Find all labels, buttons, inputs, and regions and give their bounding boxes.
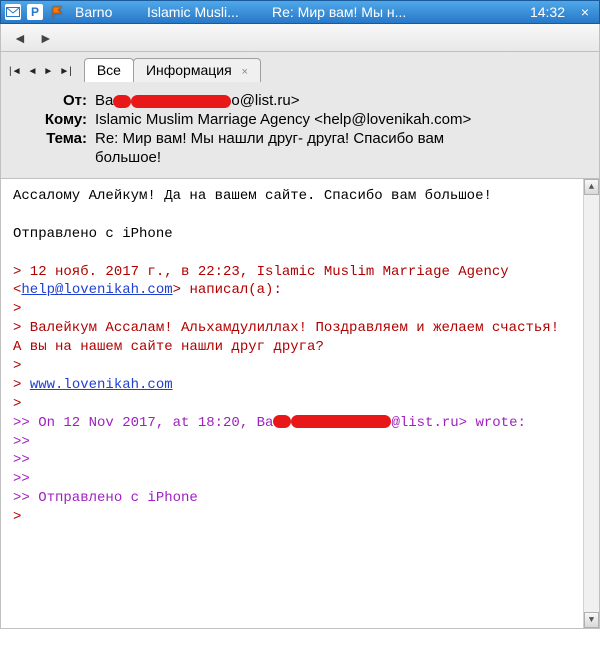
body-line [13, 244, 587, 263]
redaction-bar [131, 95, 231, 108]
scroll-up-button[interactable]: ▲ [584, 179, 599, 195]
quote-level-1: > [13, 508, 587, 527]
p-badge-icon: P [27, 4, 43, 20]
titlebar-time: 14:32 [530, 4, 569, 20]
window-titlebar: P Barno Islamic Musli... Re: Мир вам! Мы… [0, 0, 600, 24]
from-value: Bao@list.ru> [95, 92, 585, 109]
to-label: Кому: [15, 111, 95, 128]
web-link[interactable]: www.lovenikah.com [30, 377, 173, 393]
tab-info[interactable]: Информация × [133, 58, 261, 82]
from-label: От: [15, 92, 95, 109]
nav-forward-button[interactable]: ► [33, 28, 59, 48]
mail-icon [5, 4, 21, 20]
body-line: Отправлено с iPhone [13, 225, 587, 244]
redaction-bar [291, 415, 391, 428]
close-icon[interactable]: × [575, 4, 595, 20]
quote-level-1: > www.lovenikah.com [13, 376, 587, 395]
nav-back-button[interactable]: ◄ [7, 28, 33, 48]
quote-level-1: > [13, 300, 587, 319]
message-header: От: Bao@list.ru> Кому: Islamic Muslim Ma… [0, 82, 600, 179]
redaction-bar [273, 415, 291, 428]
quote-level-1: > [13, 395, 587, 414]
pager-next-button[interactable]: ► [41, 65, 55, 78]
tab-info-label: Информация [146, 62, 232, 78]
quote-level-2: >> On 12 Nov 2017, at 18:20, Ba@list.ru>… [13, 414, 587, 433]
message-body[interactable]: Ассалому Алейкум! Да на вашем сайте. Спа… [0, 179, 600, 629]
pager-prev-button[interactable]: ◄ [26, 65, 40, 78]
redaction-bar [113, 95, 131, 108]
body-line: Ассалому Алейкум! Да на вашем сайте. Спа… [13, 187, 587, 206]
tab-all-label: Все [97, 62, 121, 78]
tab-all[interactable]: Все [84, 58, 134, 82]
pager-last-button[interactable]: ►| [57, 65, 74, 78]
quote-level-1: > [13, 357, 587, 376]
to-value: Islamic Muslim Marriage Agency <help@lov… [95, 111, 585, 128]
tab-bar: |◄ ◄ ► ►| Все Информация × [0, 52, 600, 82]
titlebar-re: Re: Мир вам! Мы н... [272, 4, 524, 20]
pager-first-button[interactable]: |◄ [7, 65, 24, 78]
titlebar-subject: Islamic Musli... [147, 4, 262, 20]
quote-level-1: > 12 нояб. 2017 г., в 22:23, Islamic Mus… [13, 263, 587, 301]
tab-close-icon[interactable]: × [242, 66, 248, 78]
quote-level-1: > Валейкум Ассалам! Альхамдулиллах! Позд… [13, 319, 587, 357]
flag-icon [49, 4, 65, 20]
quote-level-2: >> [13, 433, 587, 452]
quote-level-2: >> Отправлено с iPhone [13, 489, 587, 508]
quote-level-2: >> [13, 470, 587, 489]
scrollbar[interactable]: ▲ ▼ [583, 179, 599, 628]
quote-level-2: >> [13, 451, 587, 470]
scroll-down-button[interactable]: ▼ [584, 612, 599, 628]
body-line [13, 206, 587, 225]
email-link[interactable]: help@lovenikah.com [21, 282, 172, 298]
subject-label: Тема: [15, 130, 95, 147]
subject-value: Re: Мир вам! Мы нашли друг- друга! Спаси… [95, 130, 585, 147]
pager-controls: |◄ ◄ ► ►| [7, 65, 74, 78]
titlebar-from: Barno [75, 4, 137, 20]
nav-toolbar: ◄ ► [0, 24, 600, 52]
subject-value-cont: большое! [95, 149, 585, 166]
